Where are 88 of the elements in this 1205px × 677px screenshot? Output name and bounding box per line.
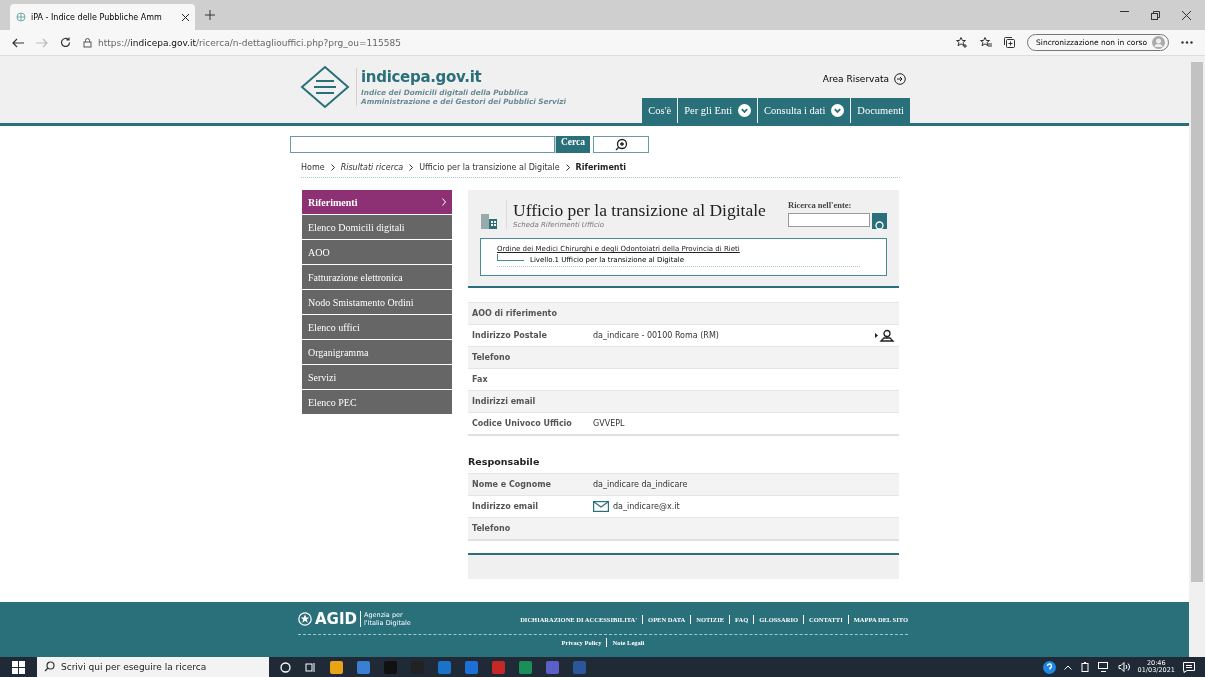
chevron-right-icon bbox=[330, 164, 335, 171]
field-label: Indirizzo Postale bbox=[472, 331, 548, 340]
sidebar-item[interactable]: Nodo Smistamento Ordini bbox=[302, 290, 452, 314]
nav-item[interactable]: Per gli Enti bbox=[678, 98, 758, 123]
area-riservata-link[interactable]: Area Riservata bbox=[822, 73, 906, 85]
nav-item[interactable]: Documenti bbox=[851, 98, 910, 123]
app-icon[interactable] bbox=[330, 660, 343, 674]
app-icon[interactable] bbox=[465, 660, 478, 674]
sidebar-item[interactable]: Riferimenti bbox=[302, 190, 452, 214]
close-icon[interactable] bbox=[1182, 10, 1191, 20]
restore-icon[interactable] bbox=[1151, 10, 1160, 20]
chevron-right-icon bbox=[442, 198, 446, 206]
agid-logo-text[interactable]: AGID bbox=[315, 610, 357, 628]
breadcrumb-link[interactable]: Risultati ricerca bbox=[340, 163, 404, 172]
field-label: Indirizzi email bbox=[472, 397, 537, 406]
field-label: Telefono bbox=[472, 353, 512, 362]
sidebar-item[interactable]: Organigramma bbox=[302, 340, 452, 364]
breadcrumb-link[interactable]: Ufficio per la transizione al Digitale bbox=[419, 163, 560, 172]
windows-logo-icon[interactable] bbox=[12, 660, 25, 674]
favorites-icon[interactable] bbox=[980, 37, 993, 48]
chevron-right-icon bbox=[565, 164, 570, 171]
advanced-search-button[interactable] bbox=[593, 136, 649, 153]
office-title: Ufficio per la transizione al Digitale bbox=[513, 200, 767, 221]
section-heading: Responsabile bbox=[468, 456, 541, 467]
search-field[interactable] bbox=[290, 136, 555, 153]
logo-icon bbox=[300, 64, 350, 109]
globe-icon bbox=[16, 12, 26, 22]
login-arrow-icon bbox=[894, 73, 906, 85]
zoom-in-icon bbox=[614, 137, 628, 152]
building-icon bbox=[480, 212, 498, 230]
task-view-icon[interactable] bbox=[305, 661, 316, 673]
chevron-up-icon[interactable] bbox=[1063, 664, 1072, 670]
breadcrumb-link[interactable]: Home bbox=[301, 163, 325, 172]
speaker-icon[interactable] bbox=[1117, 662, 1130, 672]
emblem-icon bbox=[298, 612, 312, 626]
browser-tab[interactable]: iPA - Indice delle Pubbliche Amm bbox=[10, 4, 195, 30]
avatar-icon bbox=[1152, 36, 1165, 49]
map-pin-icon[interactable] bbox=[875, 329, 895, 342]
field-label: Telefono bbox=[472, 524, 512, 533]
notifications-icon[interactable] bbox=[1183, 661, 1195, 673]
chevron-right-icon bbox=[409, 164, 414, 171]
nav-item[interactable]: Consulta i dati bbox=[758, 98, 851, 123]
field-label: Indirizzo email bbox=[472, 502, 540, 511]
battery-icon[interactable] bbox=[1079, 662, 1090, 672]
search-label: Ricerca nell'ente: bbox=[788, 200, 853, 210]
sidebar-item[interactable]: Elenco Domicili digitali bbox=[302, 215, 452, 239]
field-value: GVVEPL bbox=[593, 419, 626, 428]
field-label: AOO di riferimento bbox=[472, 309, 558, 318]
field-value: da_indicare - 00100 Roma (RM) bbox=[593, 331, 720, 340]
taskbar-search-field[interactable]: Scrivi qui per eseguire la ricerca bbox=[37, 657, 269, 677]
network-icon[interactable] bbox=[1097, 662, 1110, 672]
email-link[interactable]: da_indicare@x.it bbox=[613, 502, 895, 511]
back-icon[interactable] bbox=[12, 37, 24, 48]
collections-icon[interactable] bbox=[1004, 37, 1016, 48]
sidebar-item[interactable]: AOO bbox=[302, 240, 452, 264]
app-icon[interactable] bbox=[519, 660, 532, 674]
app-icon[interactable] bbox=[357, 660, 370, 674]
sidebar-item[interactable]: Elenco uffici bbox=[302, 315, 452, 339]
field-label: Codice Univoco Ufficio bbox=[472, 419, 573, 428]
field-value: da_indicare da_indicare bbox=[593, 480, 689, 489]
envelope-icon bbox=[593, 501, 609, 512]
add-favorite-icon[interactable] bbox=[956, 37, 969, 48]
tab-title: iPA - Indice delle Pubbliche Amm bbox=[31, 12, 163, 22]
circle-icon[interactable] bbox=[280, 661, 291, 673]
breadcrumb-current: Riferimenti bbox=[575, 163, 627, 172]
search-button[interactable] bbox=[872, 213, 887, 229]
entity-search-field[interactable] bbox=[788, 213, 870, 227]
minimize-icon[interactable] bbox=[1120, 10, 1129, 12]
search-icon bbox=[44, 661, 55, 672]
address-field[interactable]: https://indicepa.gov.it/ricerca/n-dettagliouffici.php?prg_ou=115585 bbox=[98, 37, 945, 48]
search-button[interactable]: Cerca bbox=[554, 136, 590, 153]
app-icon[interactable] bbox=[438, 660, 451, 674]
help-icon[interactable] bbox=[1042, 660, 1056, 674]
lock-icon bbox=[83, 37, 92, 48]
field-label: Nome e Cognome bbox=[472, 480, 552, 489]
tree-connector bbox=[497, 253, 524, 261]
sidebar-item[interactable]: Fatturazione elettronica bbox=[302, 265, 452, 289]
more-icon[interactable] bbox=[1181, 41, 1193, 44]
search-icon bbox=[874, 221, 885, 233]
field-label: Fax bbox=[472, 375, 489, 384]
close-icon[interactable] bbox=[182, 13, 189, 21]
sidebar-item[interactable]: Servizi bbox=[302, 365, 452, 389]
nav-item[interactable]: Cos'è bbox=[642, 98, 678, 123]
sidebar-item[interactable]: Elenco PEC bbox=[302, 390, 452, 414]
reload-icon[interactable] bbox=[60, 37, 71, 48]
site-name[interactable]: indicepa.gov.it bbox=[361, 67, 567, 86]
scrollbar[interactable] bbox=[1189, 56, 1205, 657]
new-tab-icon[interactable] bbox=[205, 10, 215, 20]
